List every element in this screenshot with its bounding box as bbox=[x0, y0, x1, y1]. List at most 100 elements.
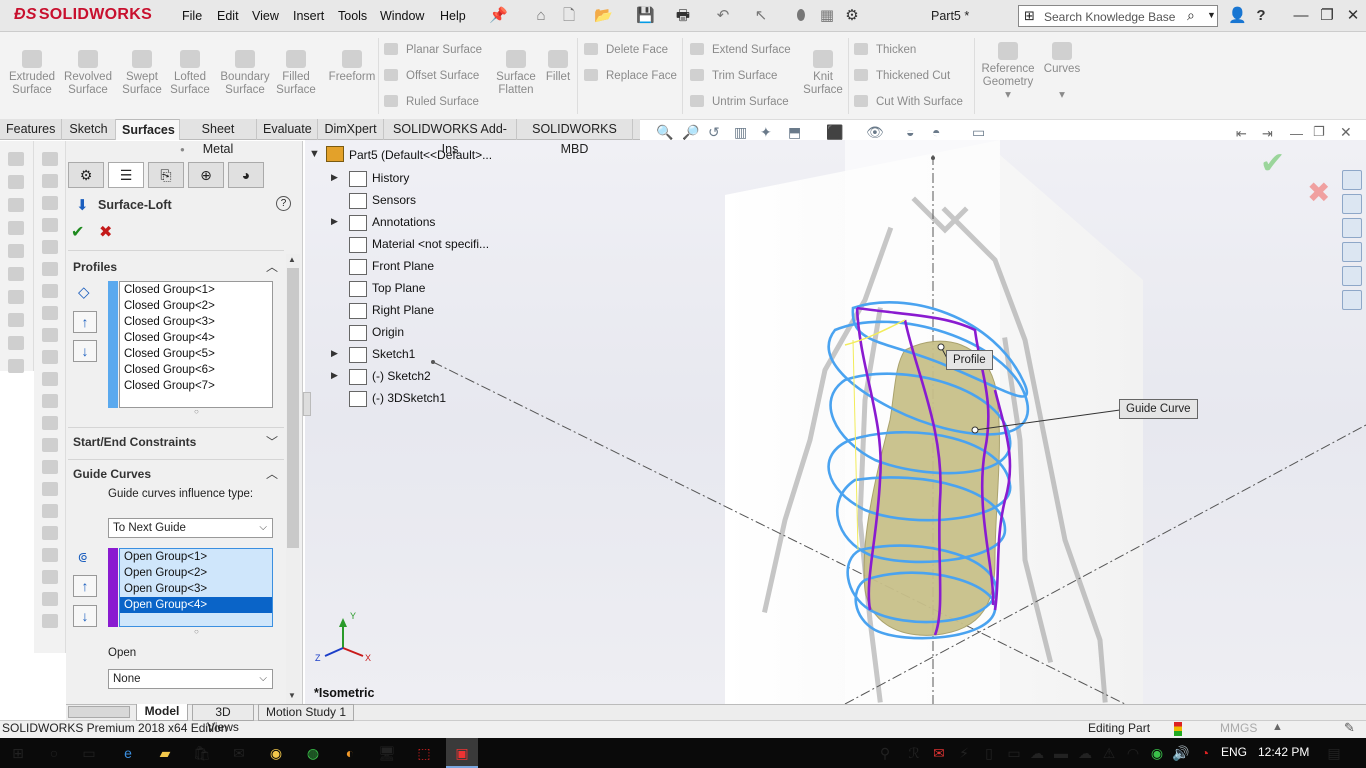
tab-surfaces[interactable]: Surfaces bbox=[116, 119, 180, 140]
onedrive-icon[interactable]: ☁ bbox=[1028, 744, 1046, 762]
sketch-tool-icon-2[interactable] bbox=[42, 152, 58, 166]
fillet-button[interactable]: Fillet bbox=[542, 50, 574, 84]
tab-features[interactable]: Features bbox=[0, 119, 62, 140]
whatsapp-icon[interactable]: ◍ bbox=[304, 744, 322, 762]
search-dropdown-icon[interactable]: ▼ bbox=[1207, 10, 1216, 20]
menu-tools[interactable]: Tools bbox=[338, 9, 367, 23]
acrobat-icon[interactable]: ⬚ bbox=[415, 744, 433, 762]
sketch-tool-icon[interactable] bbox=[8, 175, 24, 189]
viewport-restore-icon[interactable]: ❐ bbox=[1313, 124, 1325, 140]
sketch-tool-icon[interactable] bbox=[8, 198, 24, 212]
constraints-section-title[interactable]: Start/End Constraints bbox=[73, 435, 196, 449]
file-properties-icon[interactable]: ▦ bbox=[818, 7, 836, 25]
sketch-tool-icon-2[interactable] bbox=[42, 240, 58, 254]
sketch-tool-icon-2[interactable] bbox=[42, 526, 58, 540]
feature-manager-tab-icon[interactable]: ⚙ bbox=[68, 162, 104, 188]
delete-face-button[interactable]: Delete Face bbox=[584, 43, 680, 56]
save-icon[interactable]: 💾 bbox=[636, 7, 655, 25]
tree-item[interactable]: (-) 3DSketch1 bbox=[372, 387, 446, 409]
curves-button[interactable]: Curves ▾ bbox=[1042, 42, 1082, 102]
bottom-tab-3d-views[interactable]: 3D Views bbox=[192, 704, 254, 734]
display-manager-tab-icon[interactable]: ◕ bbox=[228, 162, 264, 188]
user-icon[interactable]: 👤 bbox=[1228, 7, 1247, 25]
pin-icon[interactable]: 📌 bbox=[489, 7, 508, 25]
profile-list-item[interactable]: Closed Group<6> bbox=[120, 362, 272, 378]
tree-collapse-icon[interactable]: ▼ bbox=[309, 148, 320, 160]
options-gear-icon[interactable]: ⚙ bbox=[843, 7, 861, 25]
close-window-icon[interactable]: ✕ bbox=[1344, 7, 1362, 25]
tree-expand-icon[interactable]: ▶ bbox=[331, 172, 338, 183]
sketch-tool-icon-2[interactable] bbox=[42, 438, 58, 452]
planar-surface-button[interactable]: Planar Surface bbox=[384, 43, 492, 56]
move-profile-up-button[interactable]: ↑ bbox=[73, 311, 97, 333]
sketch-tool-icon-2[interactable] bbox=[42, 174, 58, 188]
sketch-tool-icon-2[interactable] bbox=[42, 284, 58, 298]
sketch-tool-icon[interactable] bbox=[8, 152, 24, 166]
sketch-tool-icon[interactable] bbox=[8, 290, 24, 304]
apply-scene-icon[interactable]: ◓ bbox=[932, 124, 940, 140]
move-profile-down-button[interactable]: ↓ bbox=[73, 340, 97, 362]
tray-icon-8[interactable]: ⚠ bbox=[1100, 744, 1118, 762]
rebuild-icon[interactable]: ⬮ bbox=[792, 7, 810, 25]
tray-icon-7[interactable]: ☁ bbox=[1076, 744, 1094, 762]
tray-icon-4[interactable]: ▯ bbox=[980, 744, 998, 762]
wifi-icon[interactable]: ◠ bbox=[1124, 744, 1142, 762]
bottom-tab-model[interactable]: Model bbox=[136, 704, 188, 721]
tree-item[interactable]: Top Plane bbox=[372, 277, 425, 299]
tab-solidworks-add-ins[interactable]: SOLIDWORKS Add-Ins bbox=[384, 119, 517, 156]
profiles-collapse-icon[interactable]: ︿ bbox=[266, 258, 278, 275]
scroll-down-icon[interactable]: ▼ bbox=[288, 691, 296, 700]
tree-expand-icon[interactable]: ▶ bbox=[331, 370, 338, 381]
trim-surface-button[interactable]: Trim Surface bbox=[690, 69, 798, 82]
profile-list-item[interactable]: Closed Group<2> bbox=[120, 298, 272, 314]
revolved-surface-button[interactable]: Revolved Surface bbox=[62, 50, 114, 97]
reference-dropdown-icon[interactable]: ▾ bbox=[1005, 89, 1011, 101]
view-settings-icon[interactable]: ▭ bbox=[972, 124, 985, 141]
view-palette-icon[interactable] bbox=[1342, 242, 1362, 262]
undo-icon[interactable]: ↶ bbox=[714, 7, 732, 25]
zoom-to-fit-icon[interactable]: 🔍 bbox=[656, 124, 673, 141]
profiles-list[interactable]: Closed Group<1> Closed Group<2> Closed Gro… bbox=[119, 281, 273, 408]
profile-callout[interactable]: Profile bbox=[946, 350, 993, 370]
scrollbar-thumb[interactable] bbox=[287, 268, 299, 548]
ruled-surface-button[interactable]: Ruled Surface bbox=[384, 95, 492, 108]
lofted-surface-button[interactable]: Lofted Surface bbox=[164, 50, 216, 97]
tab-scroll-buttons[interactable] bbox=[68, 706, 130, 718]
search-icon[interactable]: ⌕ bbox=[1187, 7, 1195, 24]
appearances-icon[interactable] bbox=[1342, 266, 1362, 286]
thickened-cut-button[interactable]: Thickened Cut bbox=[854, 69, 970, 82]
sketch-tool-icon-2[interactable] bbox=[42, 482, 58, 496]
move-guide-up-button[interactable]: ↑ bbox=[73, 575, 97, 597]
property-manager-tab-icon[interactable]: ☰ bbox=[108, 162, 144, 188]
tray-icon-10[interactable]: ◔ bbox=[1196, 744, 1214, 762]
scroll-up-icon[interactable]: ▲ bbox=[288, 255, 296, 264]
cancel-x-icon[interactable]: ✖ bbox=[99, 222, 112, 242]
file-explorer-icon[interactable]: ▰ bbox=[156, 744, 174, 762]
tree-item[interactable]: (-) Sketch2 bbox=[372, 365, 431, 387]
filled-surface-button[interactable]: Filled Surface bbox=[270, 50, 322, 97]
select-icon[interactable]: ↖ bbox=[752, 7, 770, 25]
action-center-icon[interactable]: ▤ bbox=[1325, 744, 1343, 762]
help-icon[interactable]: ? bbox=[1252, 7, 1270, 25]
rebuild-status-icon[interactable] bbox=[1174, 722, 1182, 736]
hide-show-items-icon[interactable]: 👁 bbox=[866, 124, 884, 141]
zoom-to-area-icon[interactable]: 🔎 bbox=[682, 124, 699, 141]
tree-item[interactable]: Origin bbox=[372, 321, 404, 343]
sketch-tool-icon-2[interactable] bbox=[42, 372, 58, 386]
sketch-tool-icon-2[interactable] bbox=[42, 306, 58, 320]
list-resize-handle[interactable]: ○ bbox=[194, 407, 199, 416]
tray-icon-2[interactable]: ✉ bbox=[930, 744, 948, 762]
tray-icon-6[interactable]: ▬ bbox=[1052, 744, 1070, 762]
tab-dimxpert[interactable]: DimXpert bbox=[318, 119, 384, 140]
open-icon[interactable]: 📂 bbox=[594, 7, 613, 25]
reference-geometry-button[interactable]: Reference Geometry ▾ bbox=[980, 42, 1036, 102]
guide-list-item[interactable]: Open Group<1> bbox=[120, 549, 272, 565]
tree-expand-icon[interactable]: ▶ bbox=[331, 216, 338, 227]
display-style-icon[interactable]: ⬛ bbox=[826, 124, 843, 141]
tab-sheet-metal[interactable]: Sheet Metal bbox=[180, 119, 257, 156]
sketch-tool-icon[interactable] bbox=[8, 313, 24, 327]
tray-icon-3[interactable]: ⚡ bbox=[955, 744, 973, 762]
freeform-button[interactable]: Freeform bbox=[326, 50, 378, 84]
menu-help[interactable]: Help bbox=[440, 9, 466, 23]
sketch-tool-icon-2[interactable] bbox=[42, 218, 58, 232]
